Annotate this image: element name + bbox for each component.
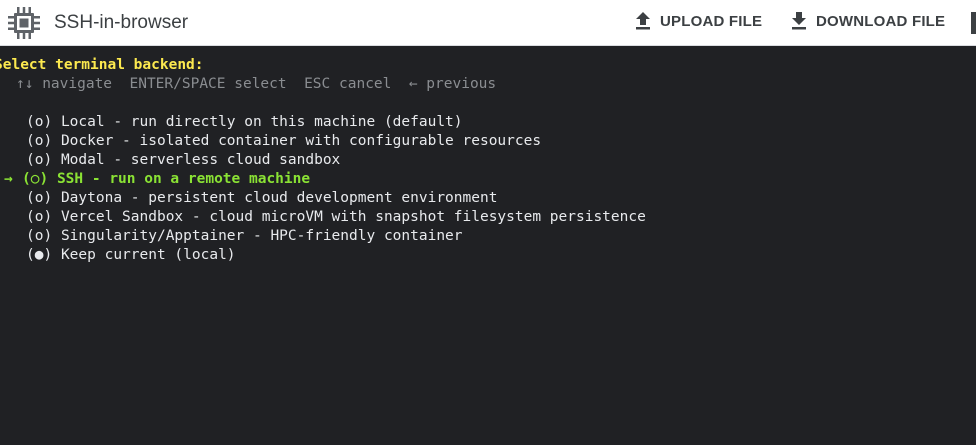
- terminal-hint: ↑↓ navigate ENTER/SPACE select ESC cance…: [16, 76, 497, 92]
- backend-option-local[interactable]: (o) Local - run directly on this machine…: [8, 113, 463, 132]
- backend-option-keep-current[interactable]: (●) Keep current (local): [8, 246, 236, 265]
- upload-file-label: UPLOAD FILE: [660, 12, 763, 30]
- option-label: SSH - run on a remote machine: [56, 171, 311, 187]
- download-icon: [792, 12, 806, 30]
- terminal-prompt: Select terminal backend:: [0, 57, 204, 73]
- option-label: Vercel Sandbox - cloud microVM with snap…: [60, 209, 646, 225]
- backend-option-modal[interactable]: (o) Modal - serverless cloud sandbox: [8, 151, 340, 170]
- upload-icon: [636, 12, 650, 30]
- more-menu-edge[interactable]: [971, 12, 976, 34]
- backend-option-vercel[interactable]: (o) Vercel Sandbox - cloud microVM with …: [8, 208, 646, 227]
- radio-marker: (o): [26, 190, 53, 206]
- option-label: Singularity/Apptainer - HPC-friendly con…: [60, 228, 463, 244]
- radio-marker: (o): [26, 209, 53, 225]
- cursor-arrow: →: [4, 171, 13, 187]
- radio-marker: (o): [26, 228, 53, 244]
- option-label: Local - run directly on this machine (de…: [60, 114, 463, 130]
- radio-marker: (o): [26, 152, 53, 168]
- backend-option-docker[interactable]: (o) Docker - isolated container with con…: [8, 132, 541, 151]
- chip-icon: [8, 7, 40, 39]
- backend-option-singularity[interactable]: (o) Singularity/Apptainer - HPC-friendly…: [8, 227, 463, 246]
- option-label: Docker - isolated container with configu…: [60, 133, 542, 149]
- download-file-button[interactable]: DOWNLOAD FILE: [790, 10, 945, 32]
- upload-file-button[interactable]: UPLOAD FILE: [634, 10, 762, 32]
- backend-option-daytona[interactable]: (o) Daytona - persistent cloud developme…: [8, 189, 497, 208]
- radio-marker: (o): [26, 114, 53, 130]
- terminal[interactable]: Select terminal backend: ↑↓ navigate ENT…: [0, 46, 976, 445]
- option-label: Daytona - persistent cloud development e…: [60, 190, 498, 206]
- option-label: Modal - serverless cloud sandbox: [60, 152, 341, 168]
- app-title: SSH-in-browser: [54, 12, 189, 33]
- app-header: SSH-in-browser UPLOAD FILE DOWNLOAD FILE: [0, 0, 976, 46]
- radio-marker: (○): [22, 171, 49, 187]
- option-label: Keep current (local): [60, 247, 236, 263]
- radio-marker: (●): [26, 247, 53, 263]
- radio-marker: (o): [26, 133, 53, 149]
- download-file-label: DOWNLOAD FILE: [816, 12, 946, 30]
- backend-option-ssh[interactable]: → (○) SSH - run on a remote machine: [4, 170, 310, 189]
